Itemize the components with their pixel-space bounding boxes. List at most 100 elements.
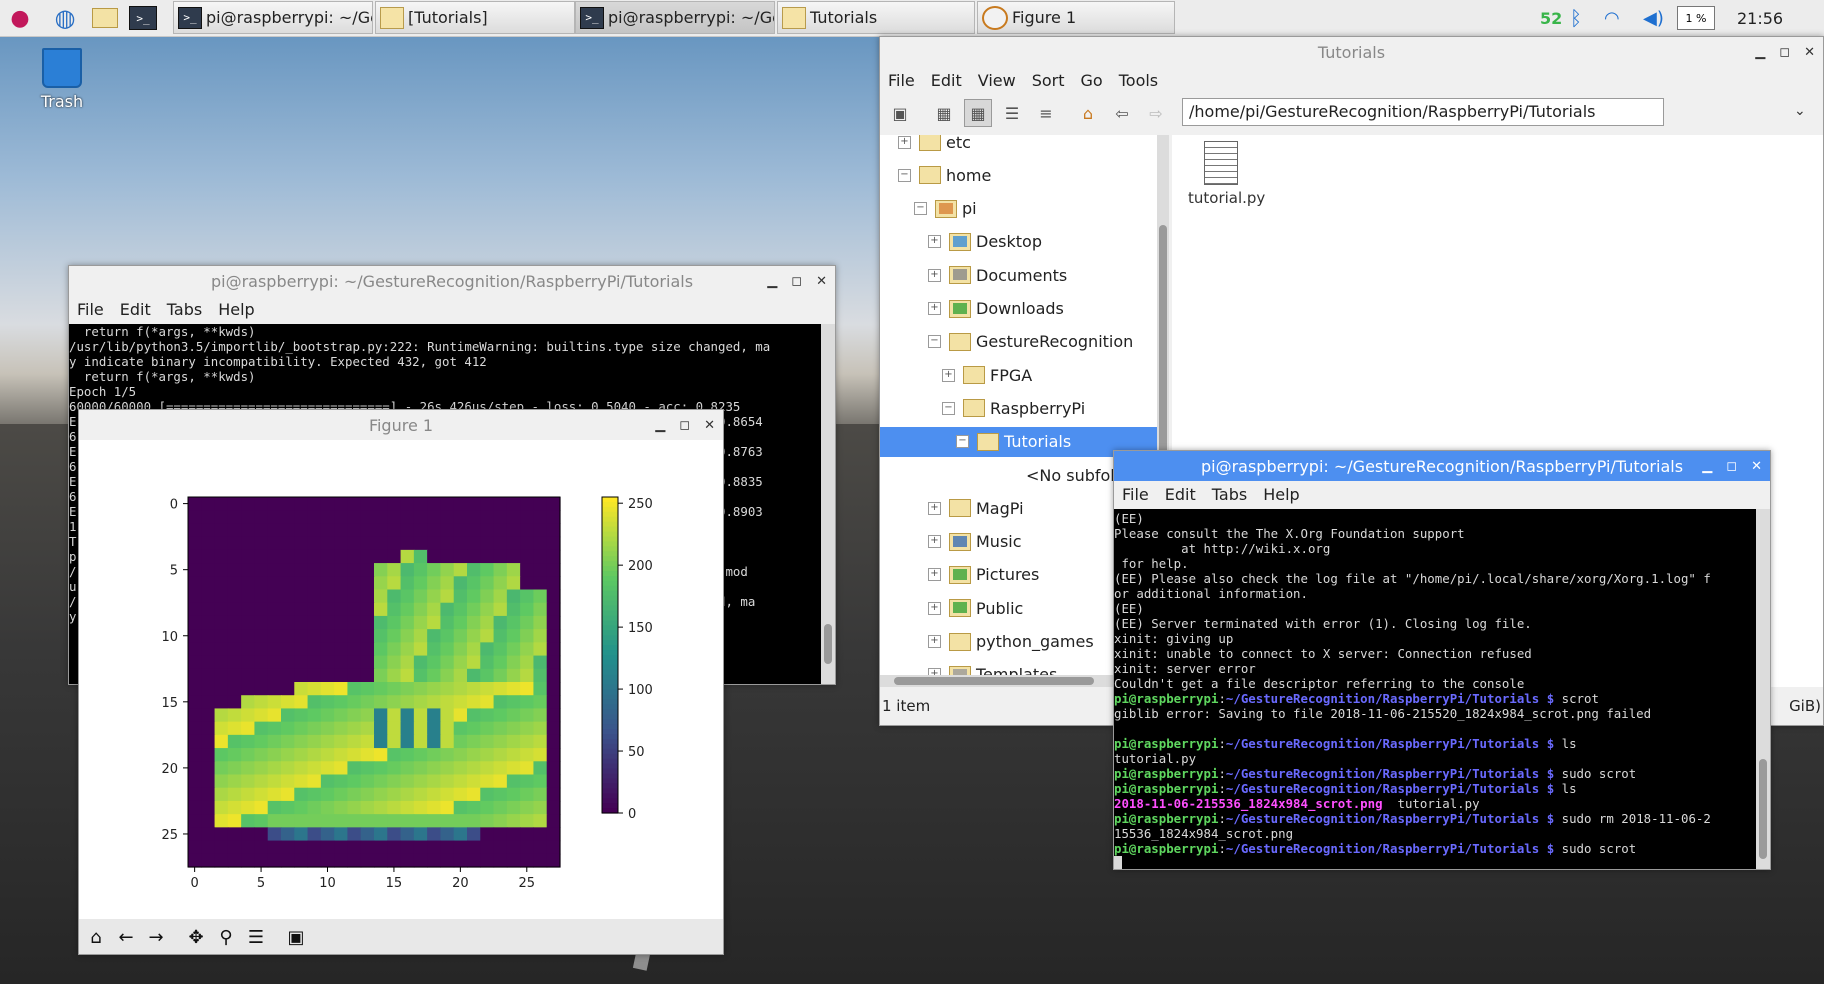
heatmap-cell: [387, 774, 402, 789]
collapse-icon[interactable]: −: [942, 401, 955, 415]
tree-item[interactable]: + Pictures: [928, 560, 1039, 590]
taskbar-task-tutorials[interactable]: Tutorials: [777, 1, 975, 34]
taskbar-task-terminal-1[interactable]: >_ pi@raspberrypi: ~/Ge...: [173, 1, 373, 34]
thumbnail-view-icon[interactable]: ▦: [964, 99, 992, 127]
minimize-icon[interactable]: ▁: [767, 274, 777, 289]
file-manager-icon[interactable]: [90, 3, 120, 33]
volume-icon[interactable]: ◀): [1643, 0, 1664, 36]
terminal-1-scrollbar[interactable]: [821, 324, 835, 684]
heatmap-cell: [400, 708, 415, 723]
desktop-trash[interactable]: Trash: [34, 48, 90, 111]
address-history-chevron-down-icon[interactable]: ⌄: [1794, 103, 1806, 119]
minimize-icon[interactable]: ▁: [1755, 45, 1765, 60]
menu-file[interactable]: File: [77, 300, 104, 319]
bluetooth-icon[interactable]: ᛒ: [1570, 0, 1582, 36]
collapse-icon[interactable]: −: [914, 202, 927, 216]
tree-item[interactable]: − pi: [914, 194, 977, 224]
web-browser-icon[interactable]: ◍: [50, 3, 80, 33]
file-item[interactable]: tutorial.py: [1188, 141, 1265, 207]
close-icon[interactable]: ✕: [1751, 459, 1762, 474]
forward-icon[interactable]: →: [143, 924, 169, 950]
configure-icon[interactable]: ☰: [243, 924, 269, 950]
expand-icon[interactable]: +: [942, 368, 955, 382]
menu-tools[interactable]: Tools: [1119, 71, 1158, 90]
save-icon[interactable]: ▣: [283, 924, 309, 950]
figure-titlebar[interactable]: Figure 1 ▁ ◻ ✕: [79, 410, 723, 440]
collapse-icon[interactable]: −: [956, 435, 969, 449]
address-bar[interactable]: /home/pi/GestureRecognition/RaspberryPi/…: [1182, 98, 1664, 126]
expand-icon[interactable]: +: [928, 568, 941, 582]
home-icon[interactable]: ⌂: [83, 924, 109, 950]
terminal-2-output[interactable]: (EE) Please consult the The X.Org Foundat…: [1114, 509, 1756, 869]
collapse-icon[interactable]: −: [928, 335, 941, 349]
raspberry-menu-icon[interactable]: ●: [5, 3, 35, 33]
wifi-icon[interactable]: ◠: [1604, 0, 1620, 36]
taskbar-task-terminal-2[interactable]: >_ pi@raspberrypi: ~/Ge...: [575, 1, 775, 34]
expand-icon[interactable]: +: [928, 635, 941, 648]
tree-item[interactable]: + Music: [928, 527, 1022, 557]
file-manager-titlebar[interactable]: Tutorials ▁ ◻ ✕: [880, 37, 1823, 67]
menu-edit[interactable]: Edit: [120, 300, 151, 319]
figure-canvas[interactable]: 0 5 10 15 20 250510152025250200150100500: [79, 440, 723, 910]
tree-item[interactable]: + Templates: [928, 660, 1057, 675]
taskbar-task-file-manager[interactable]: [Tutorials]: [375, 1, 575, 34]
menu-file[interactable]: File: [1122, 485, 1149, 504]
new-window-icon[interactable]: ▣: [886, 99, 914, 127]
menu-help[interactable]: Help: [1263, 485, 1299, 504]
compact-view-icon[interactable]: ☰: [998, 99, 1026, 127]
menu-edit[interactable]: Edit: [1165, 485, 1196, 504]
terminal-2-scrollbar[interactable]: [1756, 509, 1770, 869]
expand-icon[interactable]: +: [928, 235, 941, 249]
expand-icon[interactable]: +: [928, 601, 941, 615]
taskbar-task-figure[interactable]: Figure 1: [977, 1, 1175, 34]
tree-item[interactable]: + MagPi: [928, 493, 1024, 523]
menu-view[interactable]: View: [978, 71, 1016, 90]
terminal-launcher-icon[interactable]: >_: [128, 3, 158, 33]
expand-icon[interactable]: +: [928, 668, 941, 675]
tree-item[interactable]: + python_games: [928, 627, 1094, 657]
pan-icon[interactable]: ✥: [183, 924, 209, 950]
back-icon[interactable]: ←: [113, 924, 139, 950]
close-icon[interactable]: ✕: [704, 418, 715, 433]
menu-sort[interactable]: Sort: [1032, 71, 1065, 90]
zoom-icon[interactable]: ⚲: [213, 924, 239, 950]
forward-arrow-icon[interactable]: ⇨: [1142, 99, 1170, 127]
minimize-icon[interactable]: ▁: [1702, 459, 1712, 474]
tree-item[interactable]: − RaspberryPi: [942, 393, 1085, 423]
expand-icon[interactable]: +: [928, 501, 941, 515]
menu-edit[interactable]: Edit: [931, 71, 962, 90]
menu-go[interactable]: Go: [1081, 71, 1103, 90]
menu-tabs[interactable]: Tabs: [1212, 485, 1247, 504]
close-icon[interactable]: ✕: [816, 274, 827, 289]
maximize-icon[interactable]: ◻: [791, 274, 802, 289]
minimize-icon[interactable]: ▁: [655, 418, 665, 433]
maximize-icon[interactable]: ◻: [1726, 459, 1737, 474]
expand-icon[interactable]: +: [928, 268, 941, 282]
tree-item[interactable]: + FPGA: [942, 360, 1032, 390]
terminal-1-titlebar[interactable]: pi@raspberrypi: ~/GestureRecognition/Ras…: [69, 266, 835, 296]
collapse-icon[interactable]: −: [898, 168, 911, 182]
tree-item[interactable]: − home: [898, 160, 991, 190]
tree-item[interactable]: + etc: [898, 135, 971, 157]
expand-icon[interactable]: +: [928, 535, 941, 549]
menu-help[interactable]: Help: [218, 300, 254, 319]
menu-tabs[interactable]: Tabs: [167, 300, 202, 319]
heatmap-cell: [427, 589, 442, 604]
expand-icon[interactable]: +: [898, 135, 911, 149]
detailed-list-view-icon[interactable]: ≡: [1032, 99, 1060, 127]
tree-item[interactable]: − GestureRecognition: [928, 327, 1133, 357]
tree-item[interactable]: + Desktop: [928, 227, 1042, 257]
clock[interactable]: 21:56: [1737, 0, 1783, 36]
back-arrow-icon[interactable]: ⇦: [1108, 99, 1136, 127]
maximize-icon[interactable]: ◻: [679, 418, 690, 433]
close-icon[interactable]: ✕: [1804, 45, 1815, 60]
icon-view-icon[interactable]: ▦: [930, 99, 958, 127]
tree-item[interactable]: + Documents: [928, 260, 1067, 290]
tree-item[interactable]: + Downloads: [928, 294, 1064, 324]
tree-item[interactable]: + Public: [928, 593, 1023, 623]
menu-file[interactable]: File: [888, 71, 915, 90]
expand-icon[interactable]: +: [928, 302, 941, 315]
terminal-2-titlebar[interactable]: pi@raspberrypi: ~/GestureRecognition/Ras…: [1114, 451, 1770, 481]
maximize-icon[interactable]: ◻: [1779, 45, 1790, 60]
home-folder-icon[interactable]: ⌂: [1074, 99, 1102, 127]
